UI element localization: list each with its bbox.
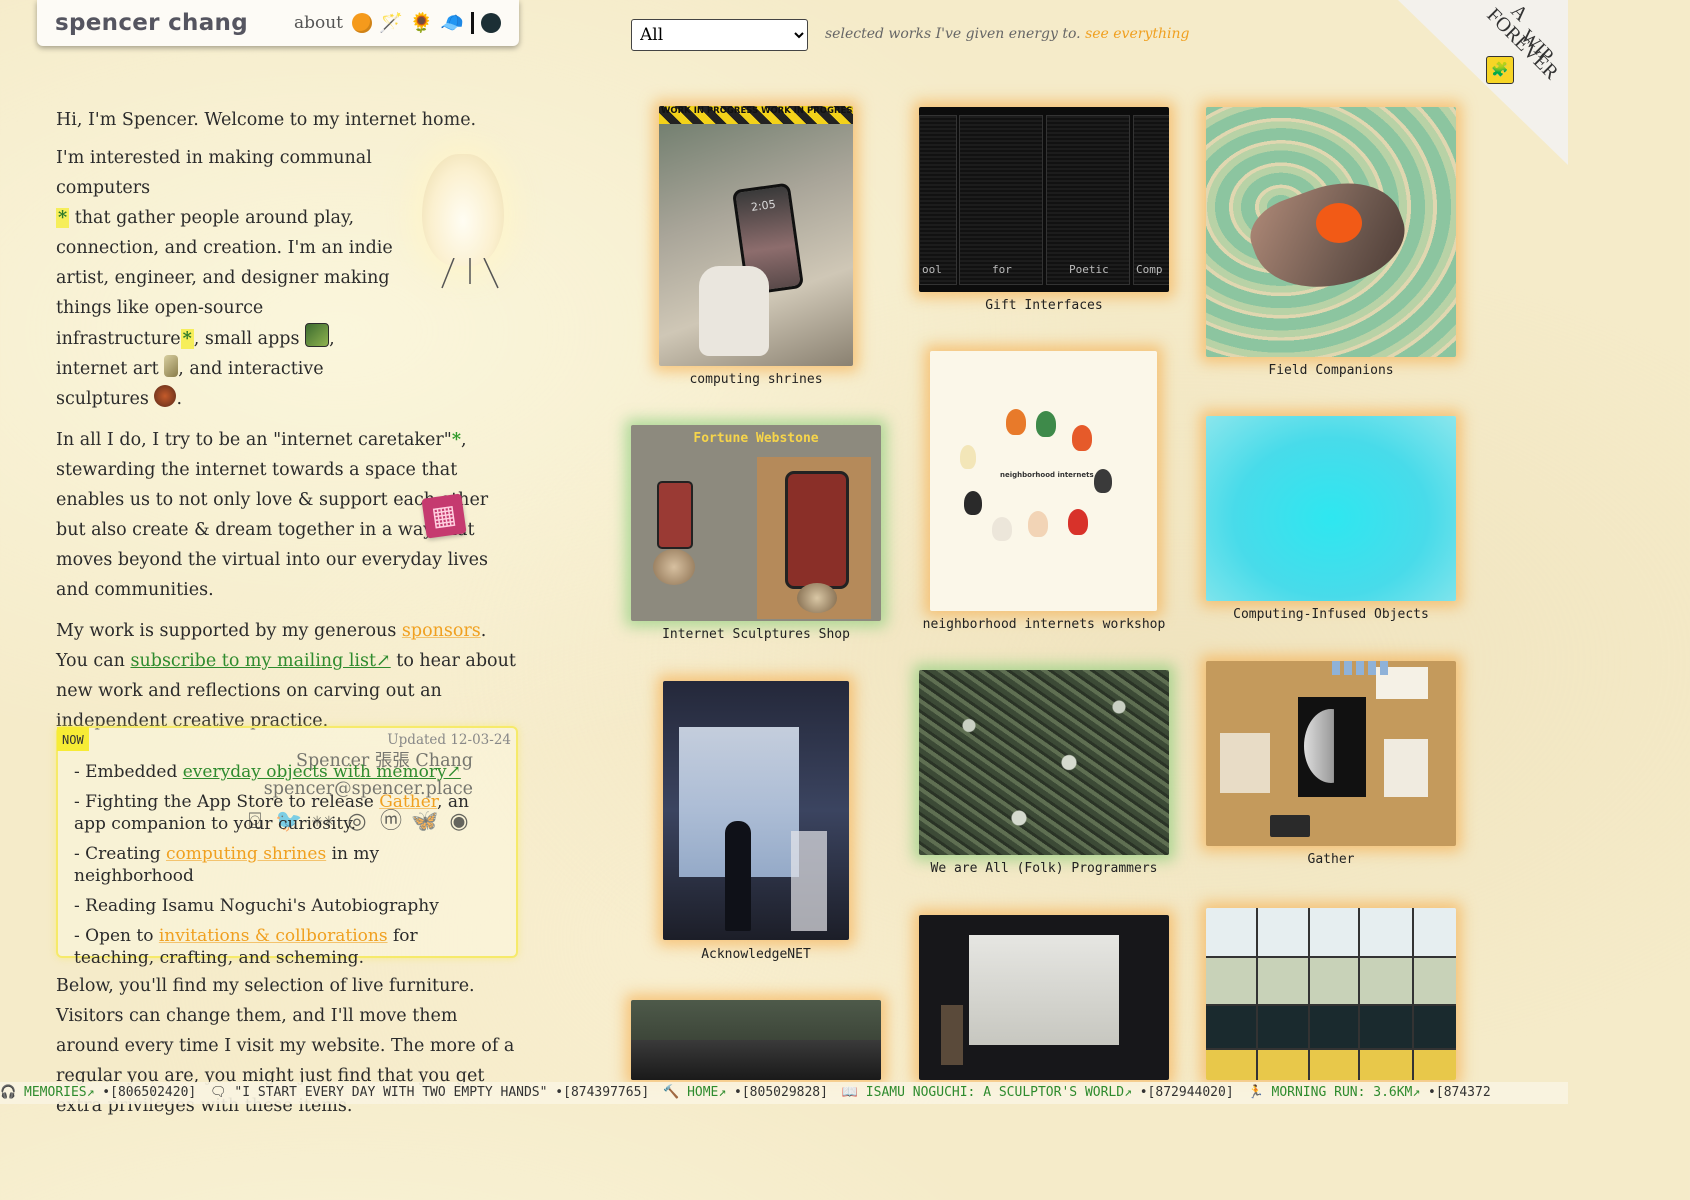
work-title[interactable]: Gather	[1206, 852, 1456, 867]
blue-cap-icon[interactable]: 🧢	[440, 13, 464, 33]
work-tile-gather[interactable]: Gather	[1206, 661, 1456, 876]
work-tile-acknowledgenet[interactable]: AcknowledgeNET	[631, 681, 881, 966]
lamp-cream	[960, 445, 976, 469]
list-item: - Embedded everyday objects with memory↗	[74, 762, 461, 782]
asterisk-link[interactable]: *	[56, 208, 70, 228]
sponsors-link[interactable]: sponsors	[402, 621, 481, 641]
presentation-screen	[969, 935, 1119, 1045]
panel: for	[959, 115, 1043, 285]
now-link[interactable]: computing shrines	[166, 844, 326, 864]
work-in-progress-banner: WORK IN PROGRESS WORK IN PROGRESS WO	[659, 106, 853, 124]
work-tile-internet-sculptures-shop[interactable]: Fortune Webstone Internet Sculptures Sho…	[631, 425, 881, 650]
headphones-icon: 🎧	[0, 1085, 17, 1100]
work-title[interactable]: computing shrines	[631, 372, 881, 387]
site-header: spencer chang about 🪄 🌻 🧢	[37, 0, 519, 46]
list-item: - Open to invitations & collborations fo…	[74, 926, 418, 968]
book-icon: 📖	[841, 1085, 858, 1100]
mailing-list-link[interactable]: subscribe to my mailing list↗	[130, 651, 390, 671]
small-app-image[interactable]	[305, 323, 330, 347]
now-tag: NOW	[57, 727, 89, 751]
puzzle-person-icon[interactable]: 🧩	[1486, 56, 1514, 84]
work-tile-neighborhood-internets-workshop[interactable]: neighborhood internets neighborhood inte…	[919, 351, 1169, 641]
work-tile-screens-grid[interactable]	[1206, 908, 1456, 1080]
magic-wand-icon[interactable]: 🪄	[379, 13, 403, 33]
work-title[interactable]: Gift Interfaces	[919, 298, 1169, 313]
work-title[interactable]: We are All (Folk) Programmers	[919, 861, 1169, 876]
lamp-legs	[441, 258, 499, 289]
work-tile-gift-interfaces[interactable]: ool for Poetic Comp Gift Interfaces	[919, 107, 1169, 322]
asterisk-link[interactable]: *	[180, 329, 194, 349]
ticker-item[interactable]: 🗨 "I START EVERY DAY WITH TWO EMPTY HAND…	[210, 1085, 649, 1100]
lamp-green	[1036, 411, 1056, 437]
internet-art-image[interactable]	[164, 355, 179, 377]
orange-blob	[1316, 203, 1362, 243]
person-silhouette	[725, 821, 751, 931]
intro-paragraph-1: I'm interested in making communal comput…	[56, 148, 393, 409]
lamp-red	[1006, 409, 1026, 435]
panel: Comp	[1133, 115, 1169, 285]
see-everything-link[interactable]: see everything	[1085, 26, 1189, 42]
ticker-item[interactable]: 📖 ISAMU NOGUCHI: A SCULPTOR'S WORLD↗ •[8…	[842, 1085, 1234, 1100]
work-title[interactable]: neighborhood internets workshop	[919, 617, 1169, 632]
work-tile-computing-infused-objects[interactable]: Computing-Infused Objects	[1206, 416, 1456, 631]
product-photo	[757, 457, 871, 619]
site-title[interactable]: spencer chang	[55, 10, 248, 36]
name-stamp-icon: ▦	[421, 493, 467, 539]
lamp-peach	[1028, 511, 1048, 537]
ticker-item[interactable]: 🔨 HOME↗ •[805029828]	[663, 1085, 828, 1100]
work-tile-group-photo[interactable]	[631, 1000, 881, 1080]
list-item: - Creating computing shrines in my neigh…	[74, 844, 380, 886]
work-title[interactable]: Internet Sculptures Shop	[631, 627, 881, 642]
orange-dot-icon[interactable]	[351, 13, 372, 33]
filter-note: selected works I've given energy to. see…	[825, 26, 1190, 42]
speech-bubble-icon: 🗨	[210, 1085, 227, 1100]
sculpture-image[interactable]	[154, 385, 177, 407]
ticker-item[interactable]: 🏃 MORNING RUN: 3.6KM↗ •[874372	[1247, 1085, 1490, 1100]
paper-lamp-image[interactable]	[418, 150, 506, 290]
about-link[interactable]: about	[294, 13, 343, 33]
work-tile-computing-shrines[interactable]: WORK IN PROGRESS WORK IN PROGRESS WO 2:0…	[631, 106, 881, 396]
sunflower-icon[interactable]: 🌻	[410, 13, 434, 33]
now-updated: Updated 12-03-24	[387, 732, 511, 748]
divider-icon	[471, 12, 474, 34]
greeting: Hi, I'm Spencer. Welcome to my internet …	[56, 110, 477, 130]
activity-ticker: 🎧 MEMORIES↗ •[806502420] 🗨 "I START EVER…	[0, 1082, 1568, 1104]
phone-image	[657, 481, 693, 549]
now-link[interactable]: invitations & collborations	[159, 926, 388, 946]
lamp-red2	[1068, 509, 1088, 535]
work-title[interactable]: Field Companions	[1206, 363, 1456, 378]
category-filter-select[interactable]: All	[631, 19, 808, 51]
work-tile-field-companions[interactable]: Field Companions	[1206, 107, 1456, 387]
work-tile-talk[interactable]	[919, 915, 1169, 1080]
lamp-black	[964, 491, 982, 515]
now-list: - Embedded everyday objects with memory↗…	[74, 761, 502, 977]
hammer-icon: 🔨	[663, 1085, 680, 1100]
runner-icon: 🏃	[1247, 1085, 1264, 1100]
stone-image	[653, 549, 695, 585]
workshop-inner-title: neighborhood internets	[1000, 471, 1094, 479]
header-nav: about 🪄 🌻 🧢	[294, 12, 501, 34]
dark-mode-icon[interactable]	[481, 13, 501, 33]
gloved-hand-image	[699, 266, 769, 356]
list-item: - Fighting the App Store to release Gath…	[74, 792, 469, 834]
lamp-white	[992, 517, 1012, 541]
now-link[interactable]: Gather	[379, 792, 437, 812]
now-link[interactable]: everyday objects with memory↗	[183, 762, 461, 782]
ticker-item[interactable]: 🎧 MEMORIES↗ •[806502420]	[0, 1085, 196, 1100]
work-tile-folk-programmers[interactable]: We are All (Folk) Programmers	[919, 670, 1169, 885]
note-card	[1220, 733, 1270, 793]
asterisk-link[interactable]: *	[452, 430, 461, 450]
list-item: - Reading Isamu Noguchi's Autobiography	[74, 896, 439, 916]
intro-paragraph-3: My work is supported by my generous spon…	[56, 621, 516, 731]
note-card	[1384, 739, 1428, 797]
lamp-dark	[1094, 469, 1112, 493]
work-title[interactable]: AcknowledgeNET	[631, 947, 881, 962]
panel: ool	[919, 115, 957, 285]
lamp-orange	[1072, 425, 1092, 451]
fortune-webstone-label: Fortune Webstone	[693, 431, 819, 446]
now-box: NOW Updated 12-03-24 - Embedded everyday…	[56, 726, 518, 968]
cassette-image	[1270, 815, 1310, 837]
work-title[interactable]: Computing-Infused Objects	[1206, 607, 1456, 622]
panel: Poetic	[1046, 115, 1130, 285]
